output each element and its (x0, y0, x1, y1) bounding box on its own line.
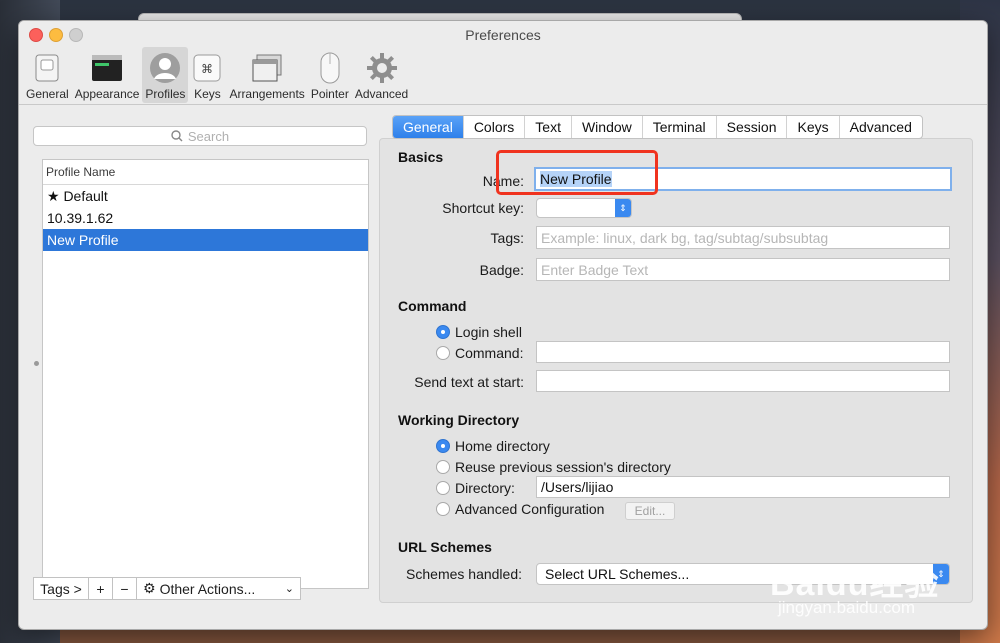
shortcut-key-label: Shortcut key: (442, 200, 524, 216)
mouse-icon (314, 52, 346, 84)
tab-colors[interactable]: Colors (464, 116, 526, 138)
home-directory-label: Home directory (455, 438, 550, 454)
shortcut-key-select[interactable]: ⇕ (536, 198, 632, 218)
toolbar-label-pointer: Pointer (310, 87, 349, 101)
search-placeholder: Search (187, 128, 230, 144)
stepper-icon: ⇕ (933, 564, 949, 584)
advanced-configuration-label: Advanced Configuration (455, 501, 605, 517)
name-field-highlight-annotation (496, 150, 658, 195)
login-shell-radio[interactable] (436, 325, 450, 339)
remove-profile-button[interactable]: − (113, 577, 137, 600)
svg-text:⌘: ⌘ (201, 62, 213, 76)
chevron-down-icon: ⌄ (284, 583, 294, 595)
add-profile-button[interactable]: + (89, 577, 113, 600)
toolbar-label-advanced: Advanced (354, 87, 409, 101)
split-view-handle[interactable] (34, 361, 39, 366)
toolbar-arrangements[interactable]: Arrangements (226, 47, 307, 103)
search-icon (171, 130, 183, 142)
profile-name-column-header[interactable]: Profile Name (43, 160, 368, 185)
command-section-title: Command (398, 298, 467, 314)
directory-input[interactable]: /Users/lijiao (536, 476, 950, 498)
command-key-icon: ⌘ (191, 52, 223, 84)
arrangements-icon (251, 52, 283, 84)
tab-terminal[interactable]: Terminal (643, 116, 717, 138)
profile-bottom-bar: Tags > + − ⚙ Other Actions... ⌄ (33, 577, 301, 602)
tags-input[interactable]: Example: linux, dark bg, tag/subtag/subs… (536, 226, 950, 249)
basics-section-title: Basics (398, 149, 444, 165)
tab-text[interactable]: Text (525, 116, 572, 138)
edit-button[interactable]: Edit... (625, 502, 675, 520)
tags-label: Tags: (490, 230, 524, 246)
command-radio[interactable] (436, 346, 450, 360)
profile-row-new-profile[interactable]: New Profile (43, 229, 368, 251)
gear-icon: ⚙ (143, 580, 156, 597)
url-schemes-select[interactable]: Select URL Schemes... ⇕ (536, 563, 950, 585)
toolbar-general[interactable]: General (23, 47, 72, 103)
profile-row-10-39-1-62[interactable]: 10.39.1.62 (43, 207, 368, 229)
preferences-window: Preferences General Appearance Profiles … (18, 20, 988, 630)
profile-tabs: General Colors Text Window Terminal Sess… (392, 115, 923, 139)
appearance-icon (91, 52, 123, 84)
toolbar-profiles[interactable]: Profiles (142, 47, 189, 103)
schemes-handled-label: Schemes handled: (406, 566, 522, 582)
url-schemes-select-value: Select URL Schemes... (545, 566, 690, 582)
toolbar-pointer[interactable]: Pointer (308, 47, 352, 103)
advanced-configuration-radio[interactable] (436, 502, 450, 516)
tab-advanced[interactable]: Advanced (840, 116, 922, 138)
directory-label: Directory: (455, 480, 515, 496)
tab-general[interactable]: General (393, 116, 464, 138)
tab-session[interactable]: Session (717, 116, 788, 138)
badge-input[interactable]: Enter Badge Text (536, 258, 950, 281)
toolbar-advanced[interactable]: Advanced (352, 47, 411, 103)
badge-label: Badge: (479, 262, 524, 278)
home-directory-radio[interactable] (436, 439, 450, 453)
toolbar-label-appearance: Appearance (74, 87, 140, 101)
profile-list: Profile Name ★ Default 10.39.1.62 New Pr… (42, 159, 369, 589)
window-title: Preferences (465, 27, 541, 43)
switch-icon (31, 52, 63, 84)
profile-search-input[interactable]: Search (33, 126, 367, 146)
profile-row-default[interactable]: ★ Default (43, 185, 368, 207)
url-schemes-section-title: URL Schemes (398, 539, 492, 555)
toolbar-label-general: General (26, 87, 69, 101)
toolbar-label-keys: Keys (194, 87, 221, 101)
directory-radio[interactable] (436, 481, 450, 495)
command-input[interactable] (536, 341, 950, 363)
stepper-icon: ⇕ (615, 199, 631, 217)
send-text-label: Send text at start: (414, 374, 524, 390)
send-text-input[interactable] (536, 370, 950, 392)
other-actions-dropdown[interactable]: ⚙ Other Actions... ⌄ (137, 577, 301, 600)
other-actions-label: Other Actions... (159, 580, 256, 597)
command-label: Command: (455, 345, 524, 361)
tags-button[interactable]: Tags > (33, 577, 89, 600)
working-directory-section-title: Working Directory (398, 412, 520, 428)
toolbar-label-arrangements: Arrangements (229, 87, 305, 101)
title-bar: Preferences (19, 21, 987, 49)
login-shell-label: Login shell (455, 324, 522, 340)
toolbar-keys[interactable]: ⌘ Keys (188, 47, 226, 103)
reuse-directory-label: Reuse previous session's directory (455, 459, 671, 475)
toolbar: General Appearance Profiles ⌘ Keys Arran… (19, 47, 987, 105)
tab-window[interactable]: Window (572, 116, 643, 138)
toolbar-appearance[interactable]: Appearance (72, 47, 143, 103)
gear-icon (366, 52, 398, 84)
profile-icon (149, 52, 181, 84)
reuse-directory-radio[interactable] (436, 460, 450, 474)
tab-keys[interactable]: Keys (787, 116, 840, 138)
toolbar-label-profiles: Profiles (145, 87, 186, 101)
